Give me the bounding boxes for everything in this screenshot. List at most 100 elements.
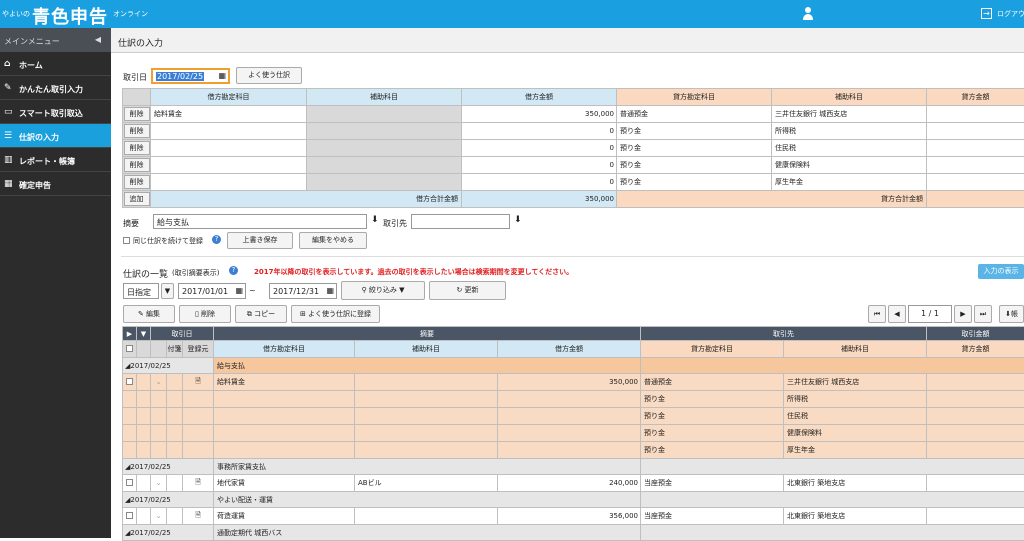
filter-button[interactable]: ⚲ 絞り込み ▼ <box>341 281 425 300</box>
debit-amount-cell[interactable]: 0 <box>462 123 617 140</box>
journal-line-row[interactable]: 預り金厚生年金 <box>123 442 1024 459</box>
credit-sub-cell[interactable]: 三井住友銀行 城西支店 <box>772 106 927 123</box>
row-delete-button[interactable]: 削除 <box>124 175 150 189</box>
row-select-cell[interactable] <box>123 391 137 408</box>
date-input[interactable]: 2017/02/25 ▦ <box>151 68 230 84</box>
add-row-button[interactable]: 追加 <box>124 192 150 206</box>
chevron-down-icon[interactable]: ⌄ <box>156 378 162 386</box>
select-all-checkbox[interactable] <box>126 345 133 352</box>
expand-all-toggle[interactable]: ▶ <box>123 327 137 341</box>
cancel-edit-button[interactable]: 編集をやめる <box>299 232 367 249</box>
journal-line-row[interactable]: ⌄🗎地代家賃ABビル240,000当座預金北東銀行 築地支店 <box>123 475 1024 492</box>
sidebar-header[interactable]: メインメニュー ◀ <box>0 28 111 52</box>
row-select-cell[interactable] <box>123 374 137 391</box>
row-checkbox[interactable] <box>126 378 133 385</box>
export-button[interactable]: ⬇帳 <box>999 305 1024 323</box>
debit-account-cell[interactable] <box>151 157 307 174</box>
prev-page-button[interactable]: ◀ <box>888 305 906 323</box>
range-type-dropdown-icon[interactable]: ▼ <box>161 283 174 299</box>
sidebar-item-tax-return[interactable]: ▦確定申告 <box>0 172 111 196</box>
logout-icon[interactable]: → <box>981 8 992 19</box>
journal-line-row[interactable]: 預り金住民税 <box>123 408 1024 425</box>
logout-link[interactable]: ログアウ <box>997 9 1024 19</box>
first-page-button[interactable]: ⏮ <box>868 305 886 323</box>
partner-dropdown-icon[interactable]: ⬇ <box>514 215 522 225</box>
debit-amount-cell[interactable]: 350,000 <box>462 106 617 123</box>
credit-amount-cell[interactable] <box>927 123 1024 140</box>
date-to-input[interactable]: 2017/12/31 ▦ <box>269 283 337 299</box>
credit-account-cell[interactable]: 預り金 <box>617 140 772 157</box>
debit-amount-cell[interactable]: 0 <box>462 174 617 191</box>
edit-button[interactable]: ✎ 編集 <box>123 305 175 323</box>
last-page-button[interactable]: ⏭ <box>974 305 992 323</box>
journal-line-row[interactable]: 預り金健康保険料 <box>123 425 1024 442</box>
date-from-input[interactable]: 2017/01/01 ▦ <box>178 283 246 299</box>
chevron-down-icon[interactable]: ⌄ <box>156 479 162 487</box>
next-page-button[interactable]: ▶ <box>954 305 972 323</box>
credit-account-cell[interactable]: 預り金 <box>617 123 772 140</box>
sidebar-item-journal[interactable]: ☰仕訳の入力 <box>0 124 111 148</box>
credit-sub-cell[interactable]: 住民税 <box>772 140 927 157</box>
credit-amount-cell[interactable] <box>927 157 1024 174</box>
copy-button[interactable]: ⧉ コピー <box>235 305 287 323</box>
journal-group-row[interactable]: ◢2017/02/25通勤定期代 城西バス <box>123 525 1024 541</box>
overwrite-save-button[interactable]: 上書き保存 <box>227 232 293 249</box>
credit-amount-cell[interactable] <box>927 174 1024 191</box>
credit-account-cell[interactable]: 預り金 <box>617 157 772 174</box>
memo-input[interactable]: 給与支払 <box>153 214 367 229</box>
debit-amount-cell[interactable]: 0 <box>462 157 617 174</box>
continue-checkbox[interactable] <box>123 237 130 244</box>
sidebar-item-easy-entry[interactable]: ✎かんたん取引入力 <box>0 76 111 100</box>
chevron-down-icon[interactable]: ⌄ <box>156 512 162 520</box>
credit-sub-cell[interactable]: 健康保険料 <box>772 157 927 174</box>
help-icon[interactable]: ? <box>212 235 221 244</box>
row-delete-button[interactable]: 削除 <box>124 107 150 121</box>
row-select-cell[interactable] <box>123 408 137 425</box>
sidebar-item-smart-import[interactable]: ▭スマート取引取込 <box>0 100 111 124</box>
row-select-cell[interactable] <box>123 425 137 442</box>
range-type-select[interactable]: 日指定 <box>123 283 159 299</box>
row-delete-button[interactable]: 削除 <box>124 124 150 138</box>
credit-amount-cell[interactable] <box>927 140 1024 157</box>
debit-account-cell[interactable] <box>151 140 307 157</box>
row-select-cell[interactable] <box>123 475 137 492</box>
row-checkbox[interactable] <box>126 479 133 486</box>
calendar-icon[interactable]: ▦ <box>235 286 243 295</box>
refresh-button[interactable]: ↻ 更新 <box>429 281 506 300</box>
credit-sub-cell[interactable]: 所得税 <box>772 123 927 140</box>
sort-toggle[interactable]: ▼ <box>137 327 151 341</box>
journal-line-row[interactable]: 預り金所得税 <box>123 391 1024 408</box>
credit-account-cell[interactable]: 預り金 <box>617 174 772 191</box>
debit-account-cell[interactable] <box>151 174 307 191</box>
collapse-icon[interactable]: ◀ <box>95 35 101 44</box>
register-frequent-button[interactable]: ⊞ よく使う仕訳に登録 <box>291 305 380 323</box>
calendar-icon[interactable]: ▦ <box>218 71 226 80</box>
row-select-cell[interactable] <box>123 442 137 459</box>
list-help-icon[interactable]: ? <box>229 266 238 275</box>
journal-group-row[interactable]: ◢2017/02/25事務所家賃支払 <box>123 459 1024 475</box>
credit-sub-cell[interactable]: 厚生年金 <box>772 174 927 191</box>
sidebar-item-reports[interactable]: ▥レポート・帳簿 <box>0 148 111 172</box>
page-indicator[interactable]: 1 / 1 <box>908 305 952 323</box>
memo-dropdown-icon[interactable]: ⬇ <box>371 215 379 225</box>
credit-account-cell[interactable]: 普通預金 <box>617 106 772 123</box>
sidebar-item-home[interactable]: ⌂ホーム <box>0 52 111 76</box>
row-delete-button[interactable]: 削除 <box>124 158 150 172</box>
delete-button[interactable]: ▯ 削除 <box>179 305 231 323</box>
debit-account-cell[interactable] <box>151 123 307 140</box>
partner-input[interactable] <box>411 214 510 229</box>
calendar-icon[interactable]: ▦ <box>326 286 334 295</box>
journal-group-row[interactable]: ◢2017/02/25やよい配送・運賃 <box>123 492 1024 508</box>
row-select-cell[interactable] <box>123 508 137 525</box>
journal-line-row[interactable]: ⌄🗎荷造運賃356,000当座預金北東銀行 築地支店 <box>123 508 1024 525</box>
input-display-button[interactable]: 入力の表示 <box>978 264 1024 279</box>
journal-group-row[interactable]: ◢2017/02/25給与支払 <box>123 358 1024 374</box>
row-delete-button[interactable]: 削除 <box>124 141 150 155</box>
debit-account-cell[interactable]: 給料賃金 <box>151 106 307 123</box>
credit-amount-cell[interactable] <box>927 106 1024 123</box>
user-icon[interactable] <box>802 7 814 20</box>
journal-line-row[interactable]: ⌄🗎給料賃金350,000普通預金三井住友銀行 城西支店 <box>123 374 1024 391</box>
row-checkbox[interactable] <box>126 512 133 519</box>
frequent-journal-button[interactable]: よく使う仕訳 <box>236 67 302 84</box>
debit-amount-cell[interactable]: 0 <box>462 140 617 157</box>
